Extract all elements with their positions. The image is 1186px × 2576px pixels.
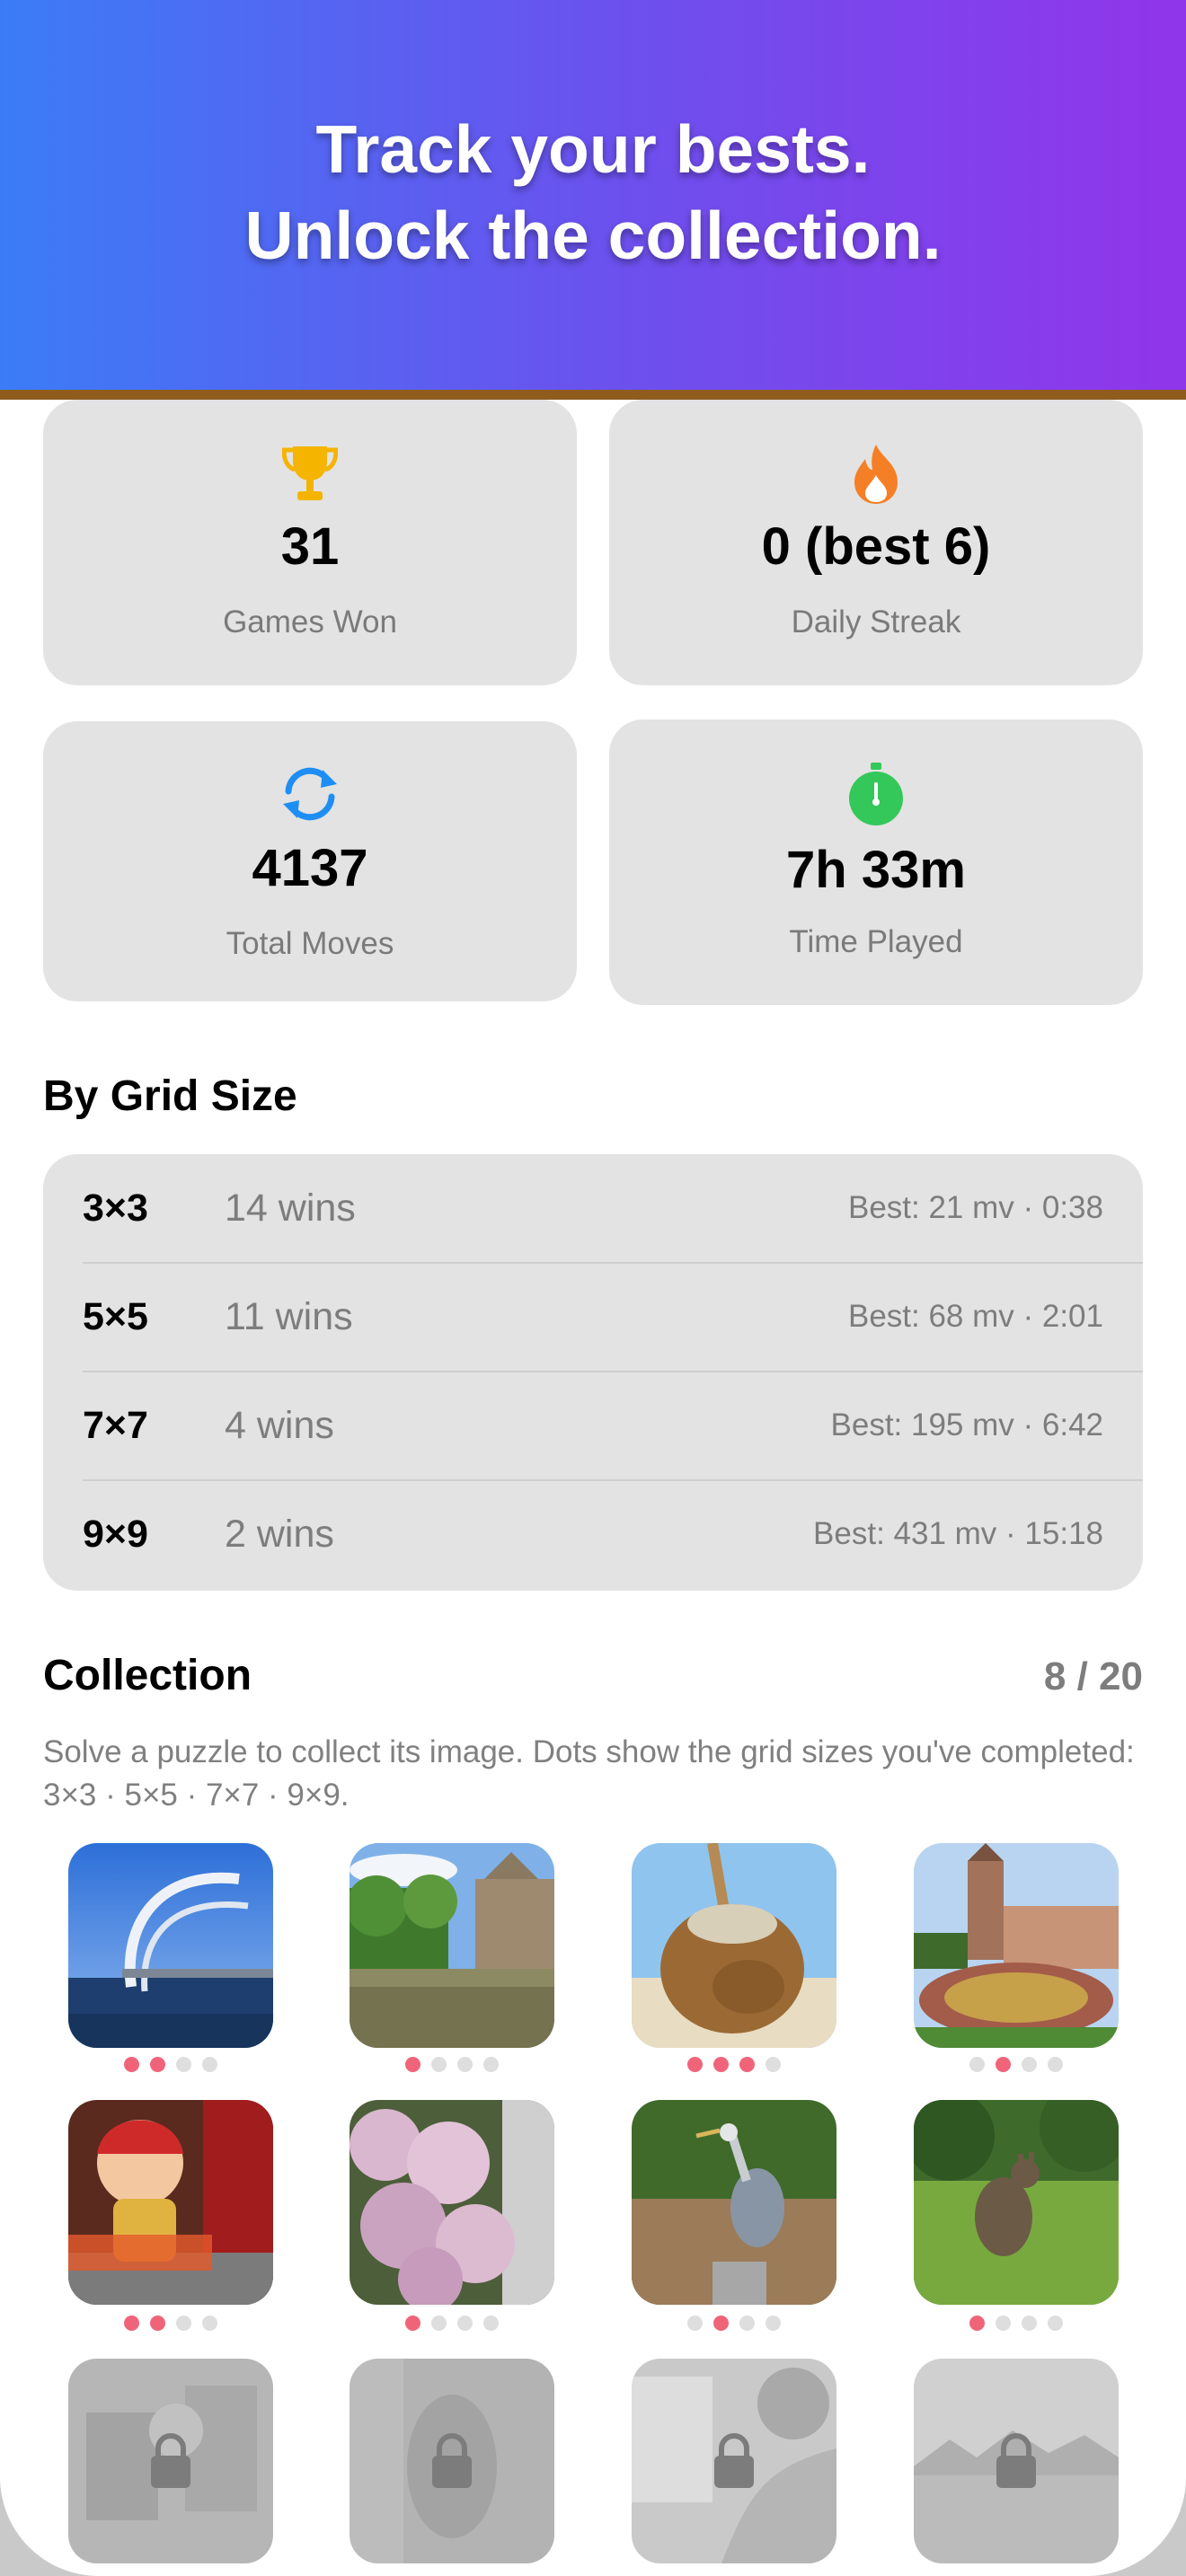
lock-icon [151, 2433, 190, 2488]
progress-dot [150, 2057, 165, 2072]
grid-progress-dots [632, 2316, 836, 2332]
grid-size: 9×9 [83, 1513, 148, 1556]
progress-dot [405, 2316, 420, 2331]
collection-tile-flowers[interactable] [350, 2100, 554, 2305]
progress-dot [176, 2057, 191, 2072]
progress-dot [1048, 2316, 1063, 2331]
progress-dot [1022, 2057, 1037, 2072]
wins-count: 2 wins [225, 1513, 334, 1556]
collection-tile-bridge[interactable] [68, 1843, 273, 2048]
lock-icon [996, 2433, 1036, 2488]
stat-value: 7h 33m [786, 841, 966, 899]
collection-count: 8 / 20 [1043, 1654, 1143, 1698]
collection-tile-canal[interactable] [350, 1843, 554, 2048]
hero-banner: Track your bests. Unlock the collection. [0, 0, 1186, 393]
hero-title-line-2: Unlock the collection. [244, 198, 942, 273]
progress-dot [483, 2316, 499, 2331]
wins-count: 11 wins [225, 1295, 353, 1338]
progress-dot [739, 2057, 755, 2072]
wins-count: 14 wins [225, 1187, 356, 1230]
progress-dot [996, 2057, 1011, 2072]
refresh-icon [43, 764, 577, 827]
grid-progress-dots [68, 2057, 273, 2073]
wins-count: 4 wins [225, 1404, 334, 1447]
progress-dot [687, 2316, 703, 2331]
device-frame-edge [0, 390, 1186, 400]
trophy-icon [43, 443, 577, 506]
progress-dot [996, 2316, 1011, 2331]
progress-dot [739, 2316, 755, 2331]
best-record: Best: 431 mv · 15:18 [813, 1516, 1103, 1551]
best-record: Best: 68 mv · 2:01 [847, 1299, 1103, 1334]
collection-tile-coconut[interactable] [632, 1843, 836, 2048]
progress-dot [457, 2316, 473, 2331]
collection-tile-locked[interactable] [632, 2359, 836, 2563]
grid-size: 3×3 [83, 1187, 148, 1230]
stat-value: 31 [280, 517, 340, 576]
collection-heading: Collection [43, 1652, 252, 1699]
grid-progress-dots [914, 2057, 1119, 2073]
stat-card-time-played: 7h 33m Time Played [609, 719, 1143, 1005]
progress-dot [713, 2057, 729, 2072]
progress-dot [1048, 2057, 1063, 2072]
table-row: 7×7 4 wins Best: 195 mv · 6:42 [83, 1372, 1143, 1479]
progress-dot [202, 2057, 217, 2072]
progress-dot [405, 2057, 420, 2072]
progress-dot [457, 2057, 473, 2072]
grid-progress-dots [68, 2316, 273, 2332]
stopwatch-icon [609, 763, 1143, 825]
grid-size-heading: By Grid Size [43, 1072, 297, 1120]
progress-dot [713, 2316, 729, 2331]
progress-dot [431, 2316, 447, 2331]
collection-tile-locked[interactable] [350, 2359, 554, 2563]
stat-value: 0 (best 6) [761, 517, 991, 576]
stat-label: Games Won [223, 604, 397, 640]
progress-dot [766, 2316, 781, 2331]
progress-dot [969, 2057, 985, 2072]
progress-dot [969, 2316, 985, 2331]
grid-size: 7×7 [83, 1404, 148, 1447]
best-record: Best: 21 mv · 0:38 [847, 1190, 1103, 1225]
stat-card-daily-streak: 0 (best 6) Daily Streak [609, 400, 1143, 685]
hero-title-line-1: Track your bests. [315, 111, 871, 187]
flame-icon [609, 443, 1143, 506]
best-record: Best: 195 mv · 6:42 [830, 1407, 1103, 1442]
collection-tile-locked[interactable] [68, 2359, 273, 2563]
stat-label: Total Moves [226, 926, 394, 961]
progress-dot [431, 2057, 447, 2072]
stat-card-games-won: 31 Games Won [43, 400, 577, 685]
stat-label: Daily Streak [791, 604, 961, 640]
stats-screen: 31 Games Won 0 (best 6) Daily Streak 413… [0, 400, 1186, 2576]
grid-progress-dots [350, 2316, 554, 2332]
stat-value: 4137 [252, 839, 368, 897]
progress-dot [202, 2316, 217, 2331]
progress-dot [766, 2057, 781, 2072]
grid-progress-dots [350, 2057, 554, 2073]
collection-description: Solve a puzzle to collect its image. Dot… [43, 1734, 1135, 1813]
table-row: 3×3 14 wins Best: 21 mv · 0:38 [83, 1154, 1143, 1262]
collection-tile-clock-garden[interactable] [914, 1843, 1119, 2048]
progress-dot [483, 2057, 499, 2072]
table-row: 9×9 2 wins Best: 431 mv · 15:18 [83, 1480, 1143, 1588]
collection-tile-heron[interactable] [632, 2100, 836, 2305]
grid-size: 5×5 [83, 1295, 148, 1338]
hero-title: Track your bests. Unlock the collection. [0, 106, 1186, 278]
progress-dot [176, 2316, 191, 2331]
grid-progress-dots [632, 2057, 836, 2073]
lock-icon [432, 2433, 472, 2488]
stat-card-total-moves: 4137 Total Moves [43, 721, 577, 1001]
grid-size-table: 3×3 14 wins Best: 21 mv · 0:38 5×5 11 wi… [43, 1154, 1143, 1591]
table-row: 5×5 11 wins Best: 68 mv · 2:01 [83, 1263, 1143, 1371]
collection-tile-doll[interactable] [68, 2100, 273, 2305]
progress-dot [124, 2316, 139, 2331]
grid-progress-dots [914, 2316, 1119, 2332]
collection-tile-locked[interactable] [914, 2359, 1119, 2563]
progress-dot [150, 2316, 165, 2331]
stat-label: Time Played [789, 924, 963, 959]
collection-tile-kangaroo[interactable] [914, 2100, 1119, 2305]
progress-dot [1022, 2316, 1037, 2331]
lock-icon [714, 2433, 754, 2488]
progress-dot [687, 2057, 703, 2072]
progress-dot [124, 2057, 139, 2072]
